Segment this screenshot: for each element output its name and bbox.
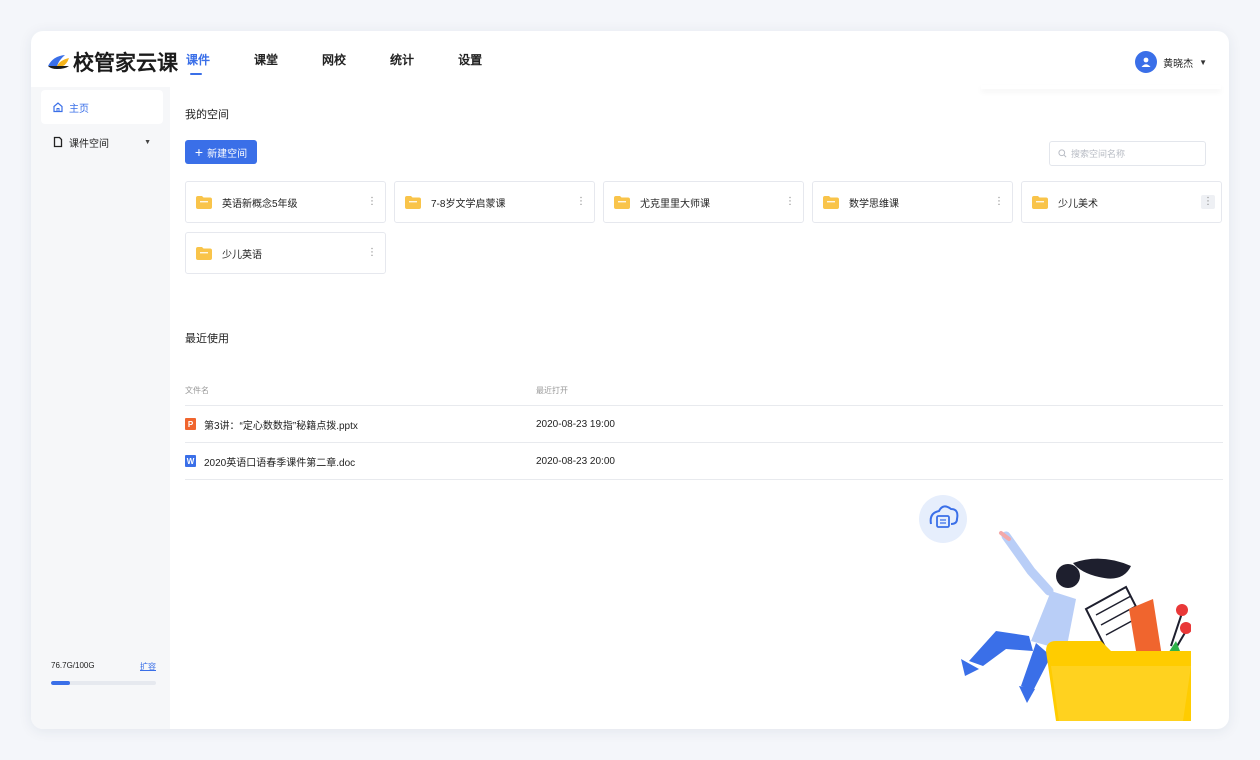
main-nav: 课件 课堂 网校 统计 设置 bbox=[186, 51, 526, 75]
space-card[interactable]: 尤克里里大师课 ⋮ bbox=[603, 181, 804, 223]
new-space-button[interactable]: + 新建空间 bbox=[185, 140, 257, 164]
space-name: 尤克里里大师课 bbox=[640, 198, 710, 210]
user-menu[interactable]: 黄晓杰 ▼ bbox=[1135, 51, 1207, 73]
folder-icon bbox=[823, 195, 839, 209]
user-icon bbox=[1141, 57, 1151, 67]
tab-classroom[interactable]: 课堂 bbox=[254, 51, 278, 68]
last-opened: 2020-08-23 19:00 bbox=[536, 418, 615, 430]
tab-statistics[interactable]: 统计 bbox=[390, 51, 414, 68]
space-card[interactable]: 少儿美术 ⋮ bbox=[1021, 181, 1222, 223]
folder-icon bbox=[196, 195, 212, 209]
more-icon[interactable]: ⋮ bbox=[365, 246, 379, 260]
more-icon[interactable]: ⋮ bbox=[1201, 195, 1215, 209]
my-spaces-title: 我的空间 bbox=[185, 109, 229, 121]
tab-online-school[interactable]: 网校 bbox=[322, 51, 346, 68]
storage-progress-bar bbox=[51, 681, 156, 685]
more-icon[interactable]: ⋮ bbox=[574, 195, 588, 209]
recent-files-table: 文件名 最近打开 P 第3讲：“定心数数指”秘籍点拨.pptx 2020-08-… bbox=[185, 376, 1223, 480]
table-row[interactable]: P 第3讲：“定心数数指”秘籍点拨.pptx 2020-08-23 19:00 bbox=[185, 406, 1223, 443]
sidebar-item-label: 课件空间 bbox=[69, 138, 109, 150]
expand-storage-link[interactable]: 扩容 bbox=[140, 661, 156, 672]
brand-name: 校管家云课 bbox=[73, 52, 178, 75]
recent-title: 最近使用 bbox=[185, 333, 229, 345]
space-card[interactable]: 7-8岁文学启蒙课 ⋮ bbox=[394, 181, 595, 223]
more-icon[interactable]: ⋮ bbox=[365, 195, 379, 209]
file-icon bbox=[53, 136, 63, 148]
column-header-last-opened: 最近打开 bbox=[536, 386, 568, 395]
user-name: 黄晓杰 bbox=[1163, 58, 1194, 70]
file-name: 2020英语口语春季课件第二章.doc bbox=[204, 457, 356, 469]
search-input[interactable] bbox=[1071, 148, 1191, 159]
file-name: 第3讲：“定心数数指”秘籍点拨.pptx bbox=[204, 420, 358, 432]
space-card[interactable]: 少儿英语 ⋮ bbox=[185, 232, 386, 274]
space-name: 少儿英语 bbox=[222, 249, 262, 261]
more-icon[interactable]: ⋮ bbox=[783, 195, 797, 209]
folder-icon bbox=[405, 195, 421, 209]
space-card[interactable]: 英语新概念5年级 ⋮ bbox=[185, 181, 386, 223]
space-name: 数学思维课 bbox=[849, 198, 899, 210]
column-header-filename: 文件名 bbox=[185, 386, 209, 395]
chevron-down-icon: ▼ bbox=[1199, 57, 1207, 67]
doc-file-icon: W bbox=[185, 455, 196, 467]
app-window: 校管家云课 课件 课堂 网校 统计 设置 黄晓杰 ▼ 主页 课件空间 ▼ 76.… bbox=[31, 31, 1229, 729]
space-name: 英语新概念5年级 bbox=[222, 198, 298, 210]
sidebar-item-courseware-space[interactable]: 课件空间 ▼ bbox=[41, 125, 163, 159]
ppt-file-icon: P bbox=[185, 418, 196, 430]
brand-logo-icon bbox=[48, 55, 69, 69]
space-search bbox=[1049, 141, 1206, 166]
top-header: 校管家云课 课件 课堂 网校 统计 设置 黄晓杰 ▼ bbox=[31, 31, 1229, 87]
chevron-down-icon[interactable]: ▼ bbox=[144, 139, 151, 146]
last-opened: 2020-08-23 20:00 bbox=[536, 455, 615, 467]
storage-usage: 76.7G/100G bbox=[51, 661, 95, 670]
storage-panel: 76.7G/100G 扩容 bbox=[51, 661, 156, 685]
folder-icon bbox=[1032, 195, 1048, 209]
storage-progress-fill bbox=[51, 681, 70, 685]
plus-icon: + bbox=[194, 144, 204, 160]
space-name: 少儿美术 bbox=[1058, 198, 1098, 210]
tab-settings[interactable]: 设置 bbox=[458, 51, 482, 68]
space-name: 7-8岁文学启蒙课 bbox=[431, 198, 506, 210]
cloud-folder-illustration bbox=[919, 495, 1191, 721]
sidebar: 主页 课件空间 ▼ 76.7G/100G 扩容 bbox=[31, 87, 170, 729]
brand-logo[interactable]: 校管家云课 bbox=[45, 47, 178, 77]
more-icon[interactable]: ⋮ bbox=[992, 195, 1006, 209]
search-icon bbox=[1058, 149, 1067, 158]
avatar bbox=[1135, 51, 1158, 73]
space-card[interactable]: 数学思维课 ⋮ bbox=[812, 181, 1013, 223]
sidebar-item-label: 主页 bbox=[69, 103, 89, 115]
folder-icon bbox=[614, 195, 630, 209]
tab-courseware[interactable]: 课件 bbox=[186, 51, 210, 75]
folder-icon bbox=[196, 246, 212, 260]
table-header: 文件名 最近打开 bbox=[185, 376, 1223, 406]
table-row[interactable]: W 2020英语口语春季课件第二章.doc 2020-08-23 20:00 bbox=[185, 443, 1223, 480]
home-icon bbox=[53, 102, 63, 113]
sidebar-item-home[interactable]: 主页 bbox=[41, 90, 163, 124]
new-space-button-label: 新建空间 bbox=[207, 148, 248, 160]
